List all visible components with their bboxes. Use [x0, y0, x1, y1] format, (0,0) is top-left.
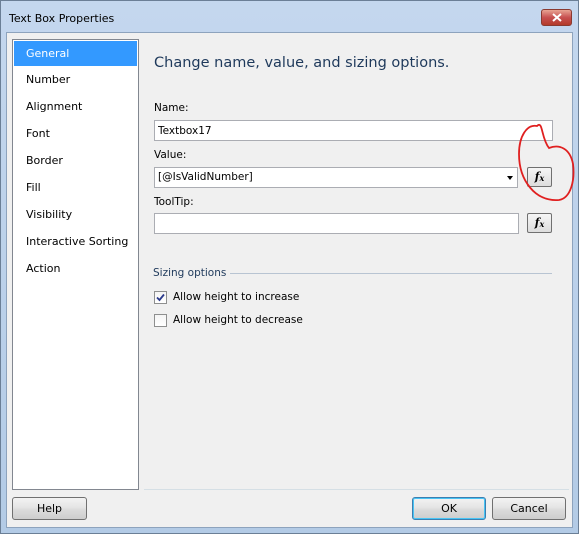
value-combobox[interactable]: [@IsValidNumber] [154, 167, 518, 188]
close-button[interactable] [541, 9, 572, 26]
allow-height-increase-checkbox[interactable] [154, 291, 167, 304]
allow-height-decrease-label[interactable]: Allow height to decrease [173, 314, 303, 326]
tooltip-expression-button[interactable]: fx [527, 213, 552, 233]
value-expression-button[interactable]: fx [527, 167, 552, 187]
page-heading: Change name, value, and sizing options. [154, 55, 450, 71]
category-list: General Number Alignment Font Border Fil… [12, 39, 139, 490]
title-bar[interactable]: Text Box Properties [1, 1, 578, 31]
nav-item-border[interactable]: Border [13, 147, 138, 174]
nav-item-alignment[interactable]: Alignment [13, 93, 138, 120]
nav-item-general[interactable]: General [14, 41, 137, 66]
help-button[interactable]: Help [12, 497, 87, 520]
nav-item-visibility[interactable]: Visibility [13, 201, 138, 228]
name-label: Name: [154, 102, 189, 114]
allow-height-increase-label[interactable]: Allow height to increase [173, 291, 299, 303]
nav-item-number[interactable]: Number [13, 66, 138, 93]
section-divider [230, 273, 552, 274]
close-icon [552, 13, 562, 22]
value-label: Value: [154, 149, 187, 161]
checkmark-icon [156, 293, 165, 302]
tooltip-field[interactable] [154, 213, 519, 234]
nav-item-fill[interactable]: Fill [13, 174, 138, 201]
sizing-options-label: Sizing options [153, 267, 227, 279]
nav-item-action[interactable]: Action [13, 255, 138, 282]
allow-height-decrease-checkbox[interactable] [154, 314, 167, 327]
ok-button[interactable]: OK [412, 497, 486, 520]
name-field[interactable] [154, 120, 553, 141]
dropdown-arrow-icon[interactable] [507, 176, 513, 180]
nav-item-font[interactable]: Font [13, 120, 138, 147]
tooltip-label: ToolTip: [154, 196, 194, 208]
text-box-properties-dialog: Text Box Properties General Number Align… [0, 0, 579, 534]
nav-item-interactive-sorting[interactable]: Interactive Sorting [13, 228, 138, 255]
value-combobox-text: [@IsValidNumber] [158, 171, 253, 183]
dialog-body: General Number Alignment Font Border Fil… [6, 32, 573, 528]
cancel-button[interactable]: Cancel [492, 497, 566, 520]
footer-divider [144, 489, 569, 490]
window-title: Text Box Properties [9, 12, 115, 25]
